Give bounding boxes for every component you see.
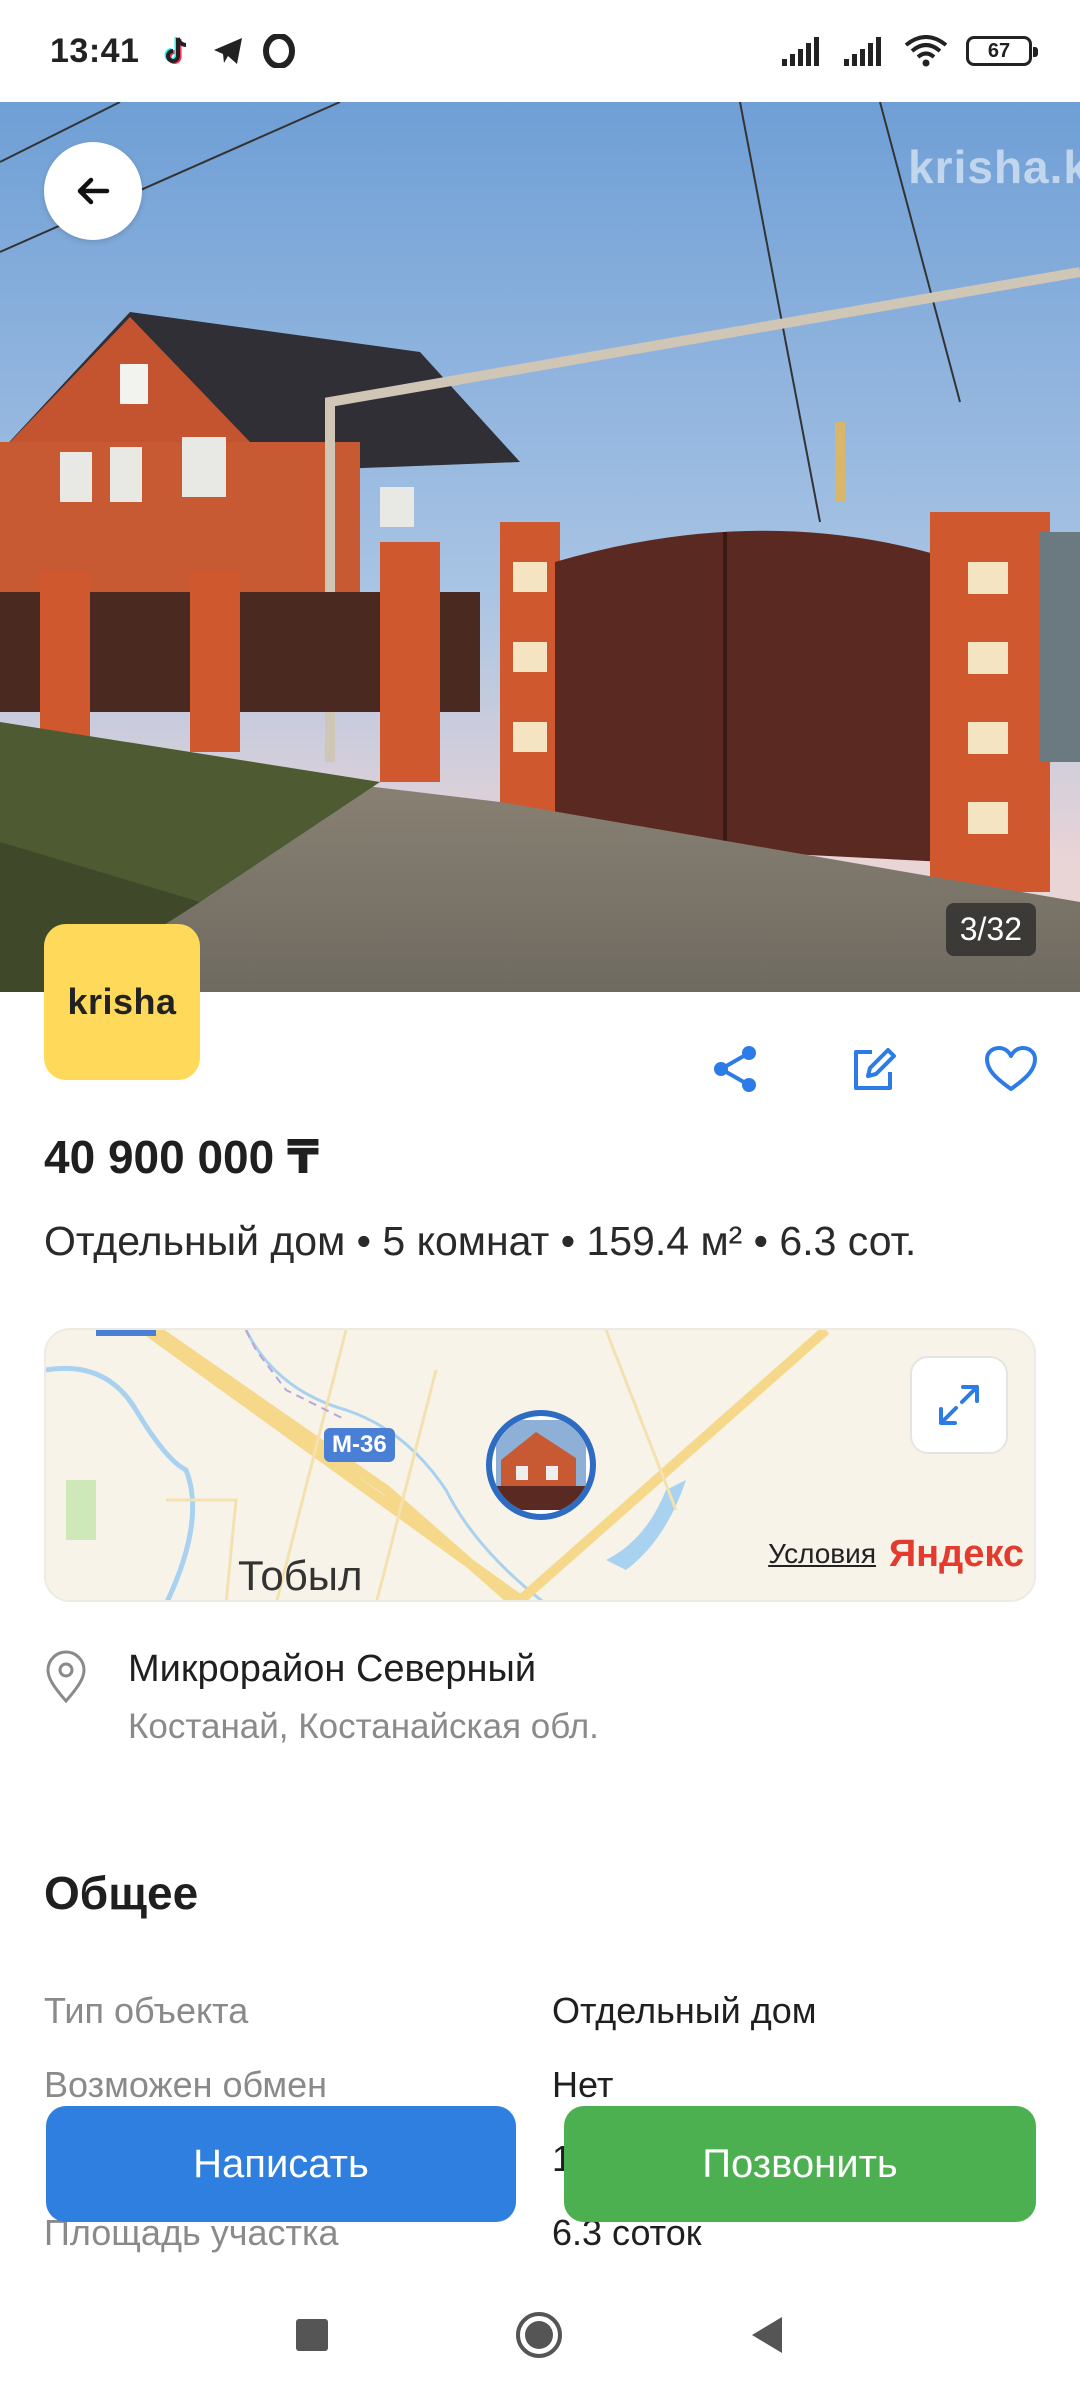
share-icon bbox=[714, 1046, 756, 1092]
house-thumbnail bbox=[496, 1420, 586, 1510]
section-title: Общее bbox=[44, 1867, 199, 1919]
tiktok-icon bbox=[165, 37, 187, 64]
map-preview[interactable]: М-36 Тобыл Условия Яндекс bbox=[44, 1328, 1036, 1602]
road-label: М-36 bbox=[324, 1428, 395, 1462]
wifi-icon bbox=[904, 35, 948, 67]
property-value: Нет bbox=[552, 2064, 614, 2105]
property-label: Возможен обмен bbox=[44, 2064, 327, 2105]
notification-icons bbox=[159, 34, 296, 68]
listing-actions bbox=[666, 1036, 1080, 1102]
address-block: Микрорайон Северный Костанай, Костанайск… bbox=[44, 1648, 599, 1747]
share-button[interactable] bbox=[666, 1036, 804, 1102]
signal-icon bbox=[844, 37, 881, 66]
status-bar: 13:41 67 bbox=[0, 0, 1080, 102]
map-terms-link[interactable]: Условия bbox=[768, 1538, 876, 1570]
house-photo bbox=[0, 102, 1080, 992]
system-icons: 67 bbox=[780, 35, 1038, 67]
brand-logo[interactable]: krisha bbox=[44, 924, 200, 1080]
property-value: Отдельный дом bbox=[552, 1990, 817, 2031]
map-provider-logo: Яндекс bbox=[888, 1533, 1024, 1575]
arrow-left-icon bbox=[77, 177, 110, 205]
location-pin-icon bbox=[46, 1650, 86, 1704]
back-button[interactable] bbox=[44, 142, 142, 240]
status-time: 13:41 bbox=[50, 31, 140, 70]
location-pin[interactable] bbox=[486, 1410, 596, 1520]
photo-counter: 3/32 bbox=[945, 903, 1036, 956]
address-main: Микрорайон Северный bbox=[128, 1648, 537, 1690]
back-icon[interactable] bbox=[748, 2315, 786, 2355]
listing-subtitle: Отдельный дом • 5 комнат • 159.4 м² • 6.… bbox=[44, 1218, 917, 1264]
listing-price: 40 900 000 ₸ bbox=[44, 1131, 320, 1183]
signal-icon bbox=[782, 37, 819, 66]
battery-icon: 67 bbox=[966, 36, 1038, 66]
heart-icon bbox=[985, 1046, 1037, 1091]
map-city-label: Тобыл bbox=[238, 1552, 363, 1599]
edit-icon bbox=[854, 1048, 896, 1090]
address-sub: Костанай, Костанайская обл. bbox=[128, 1707, 599, 1746]
edit-button[interactable] bbox=[804, 1036, 942, 1102]
expand-icon bbox=[939, 1385, 979, 1425]
watermark: krisha.k bbox=[908, 141, 1080, 193]
call-button[interactable]: Позвонить bbox=[564, 2106, 1036, 2222]
battery-level: 67 bbox=[987, 39, 1011, 62]
map-expand-button[interactable] bbox=[910, 1356, 1008, 1454]
property-row: Тип объекта Отдельный дом bbox=[44, 1990, 1036, 2064]
property-label: Тип объекта bbox=[44, 1990, 249, 2031]
recents-icon[interactable] bbox=[294, 2317, 330, 2353]
system-nav-bar bbox=[0, 2270, 1080, 2400]
telegram-icon bbox=[214, 38, 243, 64]
favorite-button[interactable] bbox=[942, 1036, 1080, 1102]
home-icon[interactable] bbox=[514, 2310, 564, 2360]
write-message-button[interactable]: Написать bbox=[46, 2106, 516, 2222]
listing-photo[interactable]: krisha.k 3/32 bbox=[0, 102, 1080, 992]
opera-icon bbox=[263, 34, 296, 68]
